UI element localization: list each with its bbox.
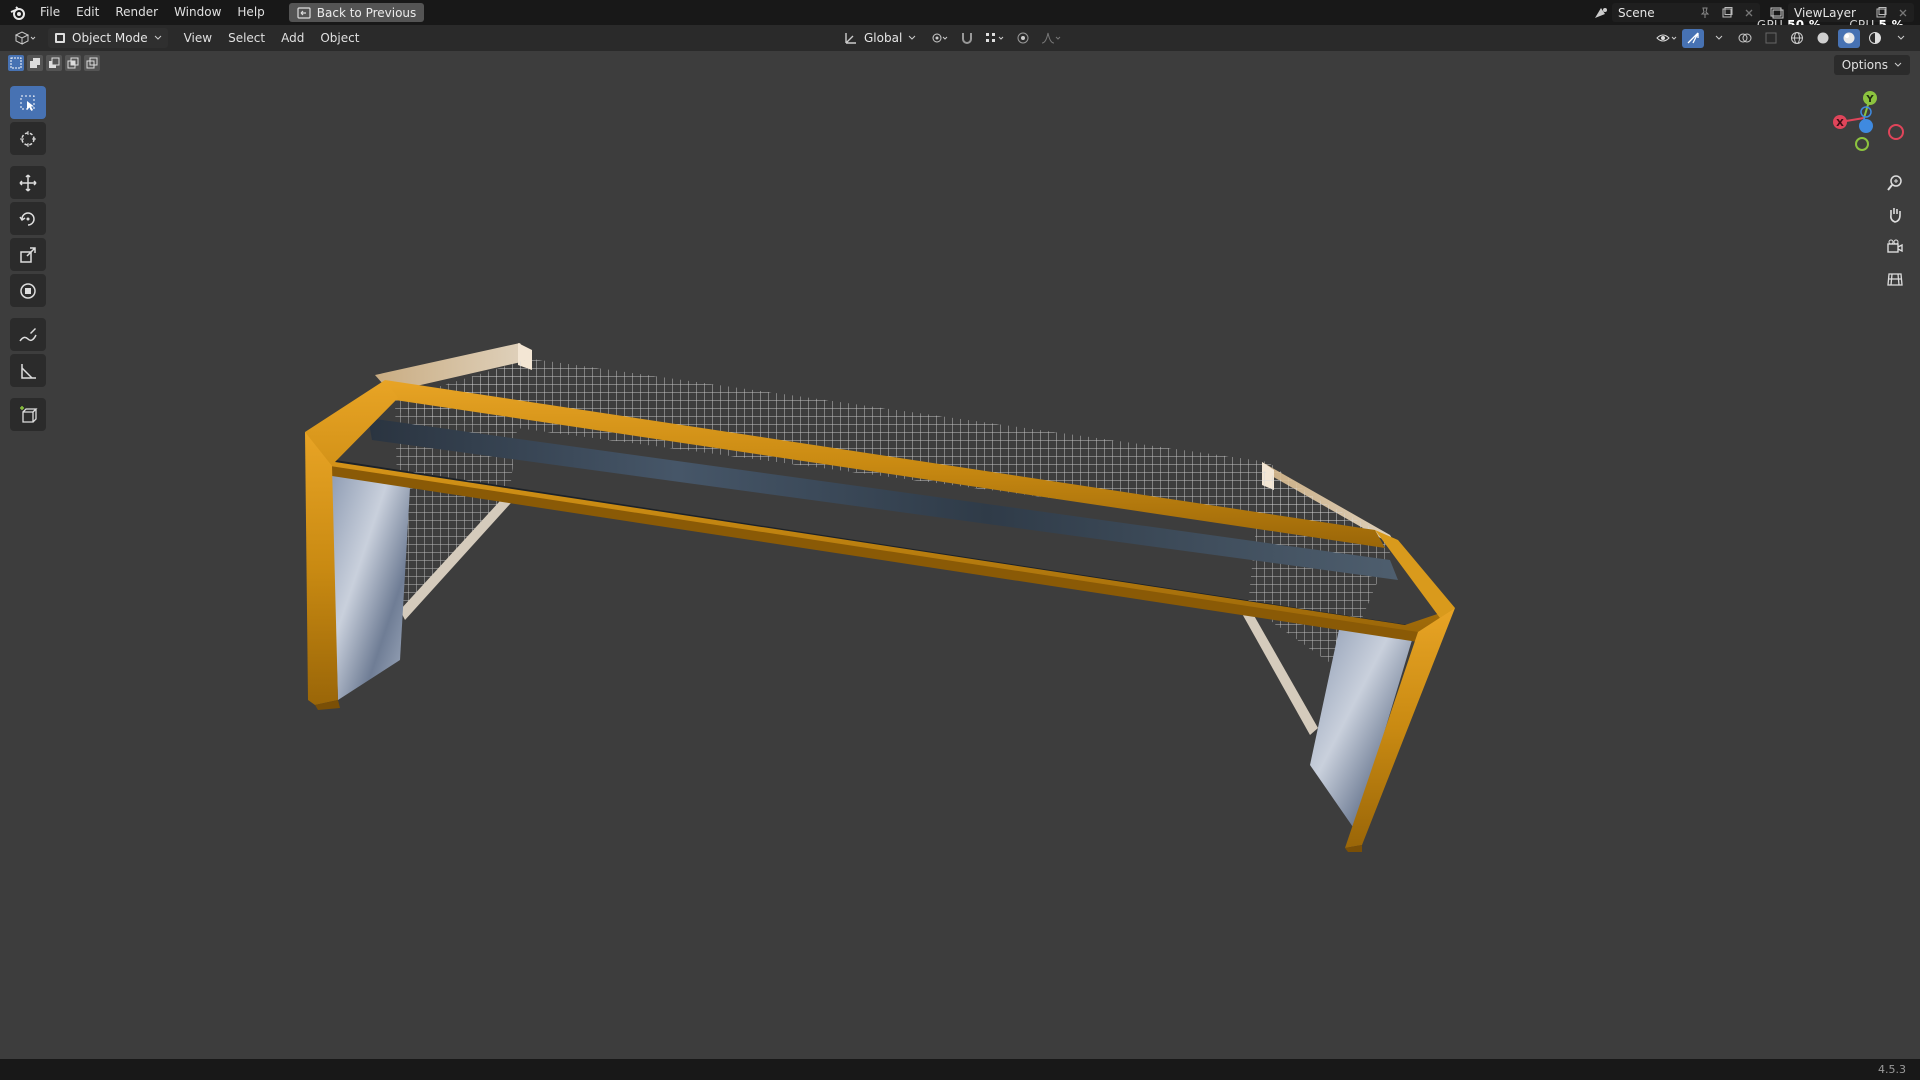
move-icon (19, 173, 37, 192)
status-bar: 4.5.3 (0, 1059, 1920, 1080)
snap-toggle-icon[interactable] (956, 29, 978, 48)
viewport-display-controls (1656, 25, 1912, 51)
add-cube-tool[interactable] (10, 398, 46, 431)
back-icon (297, 6, 311, 19)
viewport-header: Object Mode View Select Add Object Globa… (0, 25, 1920, 51)
mode-dropdown[interactable]: Object Mode (48, 28, 168, 48)
select-box-tool[interactable] (10, 86, 46, 119)
menu-render[interactable]: Render (107, 0, 166, 25)
falloff-icon[interactable] (1040, 29, 1062, 48)
perspective-toggle-icon[interactable] (1882, 266, 1908, 292)
gizmo-toggle-icon[interactable] (1682, 28, 1704, 48)
header-menu-select[interactable]: Select (220, 25, 273, 51)
solid-shading-icon[interactable] (1812, 29, 1834, 48)
navigation-gizmo[interactable]: Y X (1826, 88, 1906, 168)
rotate-icon (19, 211, 35, 226)
header-menu-object[interactable]: Object (312, 25, 367, 51)
menu-window[interactable]: Window (166, 0, 229, 25)
transform-icon (20, 282, 36, 299)
goal-net-model[interactable] (305, 343, 1455, 852)
scene-name[interactable]: Scene (1612, 6, 1694, 20)
camera-view-icon[interactable] (1882, 234, 1908, 260)
measure-tool[interactable] (10, 354, 46, 387)
orientation-label: Global (864, 31, 903, 45)
tool-shelf (8, 86, 48, 434)
snap-target-icon[interactable] (984, 29, 1006, 48)
add-cube-icon (20, 405, 38, 423)
zoom-icon[interactable] (1882, 170, 1908, 196)
viewport-canvas[interactable] (0, 51, 1920, 1059)
scale-tool[interactable] (10, 238, 46, 271)
blender-logo-icon[interactable] (8, 3, 28, 23)
rotate-tool[interactable] (10, 202, 46, 235)
transform-settings: Global (838, 25, 1062, 51)
neg-y-axis-handle[interactable] (1855, 137, 1869, 151)
svg-text:X: X (1836, 118, 1844, 129)
new-scene-icon[interactable] (1716, 3, 1738, 22)
move-tool[interactable] (10, 166, 46, 199)
pin-icon[interactable] (1694, 3, 1716, 22)
chevron-down-icon (154, 35, 161, 40)
left-side-panel (330, 462, 410, 700)
pan-hand-icon[interactable] (1882, 202, 1908, 228)
measure-icon (21, 363, 36, 379)
back-to-previous-button[interactable]: Back to Previous (288, 3, 425, 22)
menu-help[interactable]: Help (229, 0, 272, 25)
menu-file[interactable]: File (32, 0, 68, 25)
cursor-icon (20, 130, 36, 147)
top-menu-bar: File Edit Render Window Help Back to Pre… (0, 0, 1920, 25)
orientation-dropdown[interactable]: Global (838, 28, 922, 48)
menu-edit[interactable]: Edit (68, 0, 107, 25)
editor-type-icon[interactable] (10, 29, 40, 48)
mode-label: Object Mode (72, 31, 148, 45)
neg-x-axis-handle[interactable] (1888, 124, 1904, 140)
scene-browse-icon[interactable] (1590, 3, 1612, 22)
overlays-icon[interactable] (1734, 29, 1756, 48)
xray-icon[interactable] (1760, 29, 1782, 48)
visibility-icon[interactable] (1656, 29, 1678, 48)
cursor-tool[interactable] (10, 122, 46, 155)
rendered-shading-icon[interactable] (1864, 29, 1886, 48)
back-button-label: Back to Previous (316, 5, 417, 20)
chevron-down-icon (908, 35, 916, 40)
scale-icon (20, 246, 36, 263)
scene-selector[interactable]: Scene (1612, 3, 1760, 22)
shading-dropdown-icon[interactable] (1890, 29, 1912, 48)
header-menu-add[interactable]: Add (273, 25, 312, 51)
annotate-icon (19, 327, 37, 341)
proportional-edit-icon[interactable] (1012, 29, 1034, 48)
annotate-tool[interactable] (10, 318, 46, 351)
viewport-navigation-buttons (1882, 170, 1908, 292)
material-shading-icon[interactable] (1838, 28, 1860, 48)
z-axis-handle[interactable] (1859, 119, 1873, 133)
wireframe-shading-icon[interactable] (1786, 29, 1808, 48)
select-box-icon (20, 95, 35, 111)
gizmo-dropdown-icon[interactable] (1708, 29, 1730, 48)
header-menu-view[interactable]: View (176, 25, 220, 51)
version-label: 4.5.3 (1878, 1063, 1906, 1076)
transform-tool[interactable] (10, 274, 46, 307)
orientation-icon (845, 33, 856, 44)
pivot-point-icon[interactable] (928, 29, 950, 48)
object-mode-icon (55, 33, 65, 43)
svg-text:Y: Y (1865, 94, 1874, 105)
